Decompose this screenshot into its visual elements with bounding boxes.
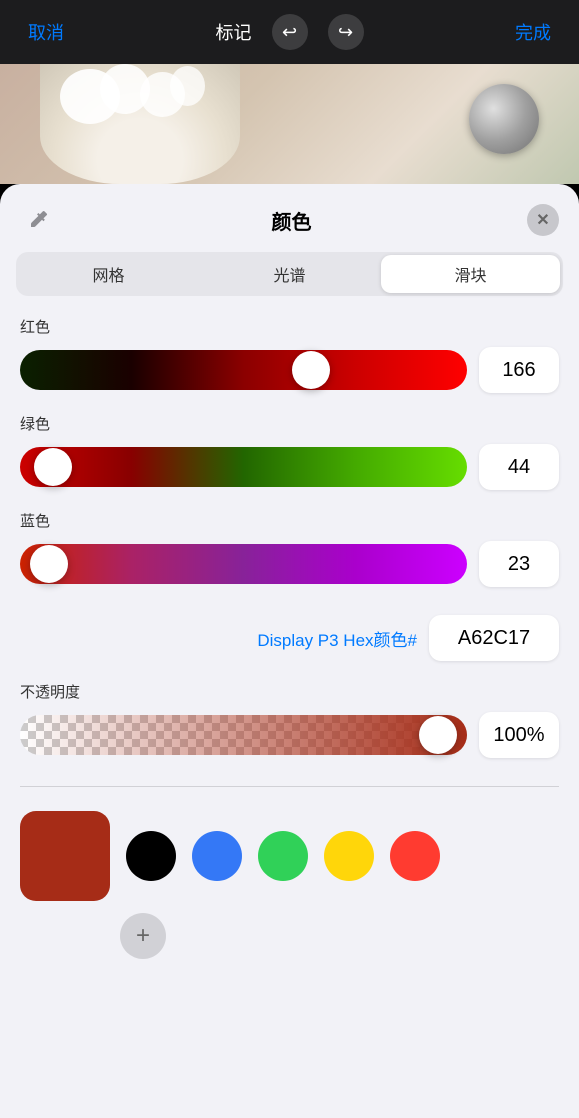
blue-value: 23 — [508, 553, 530, 576]
hex-value: A62C17 — [458, 627, 530, 650]
red-label: 红色 — [20, 316, 559, 337]
green-slider-row: 44 — [20, 444, 559, 490]
blue-slider-row: 23 — [20, 541, 559, 587]
blue-label: 蓝色 — [20, 510, 559, 531]
eyedropper-button[interactable] — [20, 202, 56, 238]
flower-decoration — [170, 66, 205, 106]
green-slider-thumb[interactable] — [34, 448, 72, 486]
green-slider-track[interactable] — [20, 447, 467, 487]
hex-value-box[interactable]: A62C17 — [429, 615, 559, 661]
hex-label: Display P3 Hex颜色# — [257, 626, 417, 651]
close-icon: ✕ — [536, 210, 549, 230]
opacity-thumb[interactable] — [419, 716, 457, 754]
green-value-box: 44 — [479, 444, 559, 490]
opacity-value: 100% — [493, 724, 544, 747]
green-value: 44 — [508, 456, 530, 479]
current-color-swatch[interactable] — [20, 811, 110, 901]
green-slider-section: 绿色 44 — [0, 413, 579, 510]
swatch-red[interactable] — [390, 831, 440, 881]
top-center: 标记 ↩ ↪ — [216, 14, 364, 50]
done-button[interactable]: 完成 — [507, 15, 559, 49]
red-value: 166 — [502, 359, 535, 382]
blue-value-box: 23 — [479, 541, 559, 587]
opacity-value-box: 100% — [479, 712, 559, 758]
blue-slider-track[interactable] — [20, 544, 467, 584]
swatches-section — [0, 795, 579, 901]
green-label: 绿色 — [20, 413, 559, 434]
blue-slider-thumb[interactable] — [30, 545, 68, 583]
segment-grid[interactable]: 网格 — [19, 255, 198, 293]
red-slider-thumb[interactable] — [292, 351, 330, 389]
opacity-gradient — [20, 715, 467, 755]
swatches-bottom-row: + — [0, 901, 579, 959]
segment-spectrum[interactable]: 光谱 — [200, 255, 379, 293]
panel-header: 颜色 ✕ — [0, 184, 579, 252]
cancel-button[interactable]: 取消 — [20, 15, 72, 49]
red-slider-row: 166 — [20, 347, 559, 393]
swatch-black[interactable] — [126, 831, 176, 881]
divider — [20, 786, 559, 787]
green-slider-track-wrap — [20, 444, 467, 490]
swatch-yellow[interactable] — [324, 831, 374, 881]
opacity-label: 不透明度 — [20, 681, 559, 702]
segment-sliders[interactable]: 滑块 — [381, 255, 560, 293]
undo-button[interactable]: ↩ — [272, 14, 308, 50]
close-button[interactable]: ✕ — [527, 204, 559, 236]
swatch-green[interactable] — [258, 831, 308, 881]
red-value-box: 166 — [479, 347, 559, 393]
red-slider-track-wrap — [20, 347, 467, 393]
opacity-track-wrap — [20, 712, 467, 758]
red-slider-section: 红色 166 — [0, 316, 579, 413]
opacity-slider-row: 100% — [20, 712, 559, 758]
redo-button[interactable]: ↪ — [328, 14, 364, 50]
red-slider-track[interactable] — [20, 350, 467, 390]
opacity-track[interactable] — [20, 715, 467, 755]
color-panel: 颜色 ✕ 网格 光谱 滑块 红色 166 绿色 — [0, 184, 579, 1118]
swatch-blue[interactable] — [192, 831, 242, 881]
add-swatch-icon: + — [136, 922, 150, 950]
add-swatch-button[interactable]: + — [120, 913, 166, 959]
segment-control: 网格 光谱 滑块 — [16, 252, 563, 296]
image-object — [469, 84, 539, 154]
blue-slider-track-wrap — [20, 541, 467, 587]
hex-row: Display P3 Hex颜色# A62C17 — [0, 607, 579, 681]
toolbar-title: 标记 — [216, 19, 252, 45]
blue-slider-section: 蓝色 23 — [0, 510, 579, 607]
preset-swatches — [126, 831, 440, 881]
opacity-section: 不透明度 100% — [0, 681, 579, 778]
panel-title: 颜色 — [272, 206, 312, 235]
eyedropper-icon — [26, 208, 50, 232]
image-area — [0, 64, 579, 184]
top-toolbar: 取消 标记 ↩ ↪ 完成 — [0, 0, 579, 64]
